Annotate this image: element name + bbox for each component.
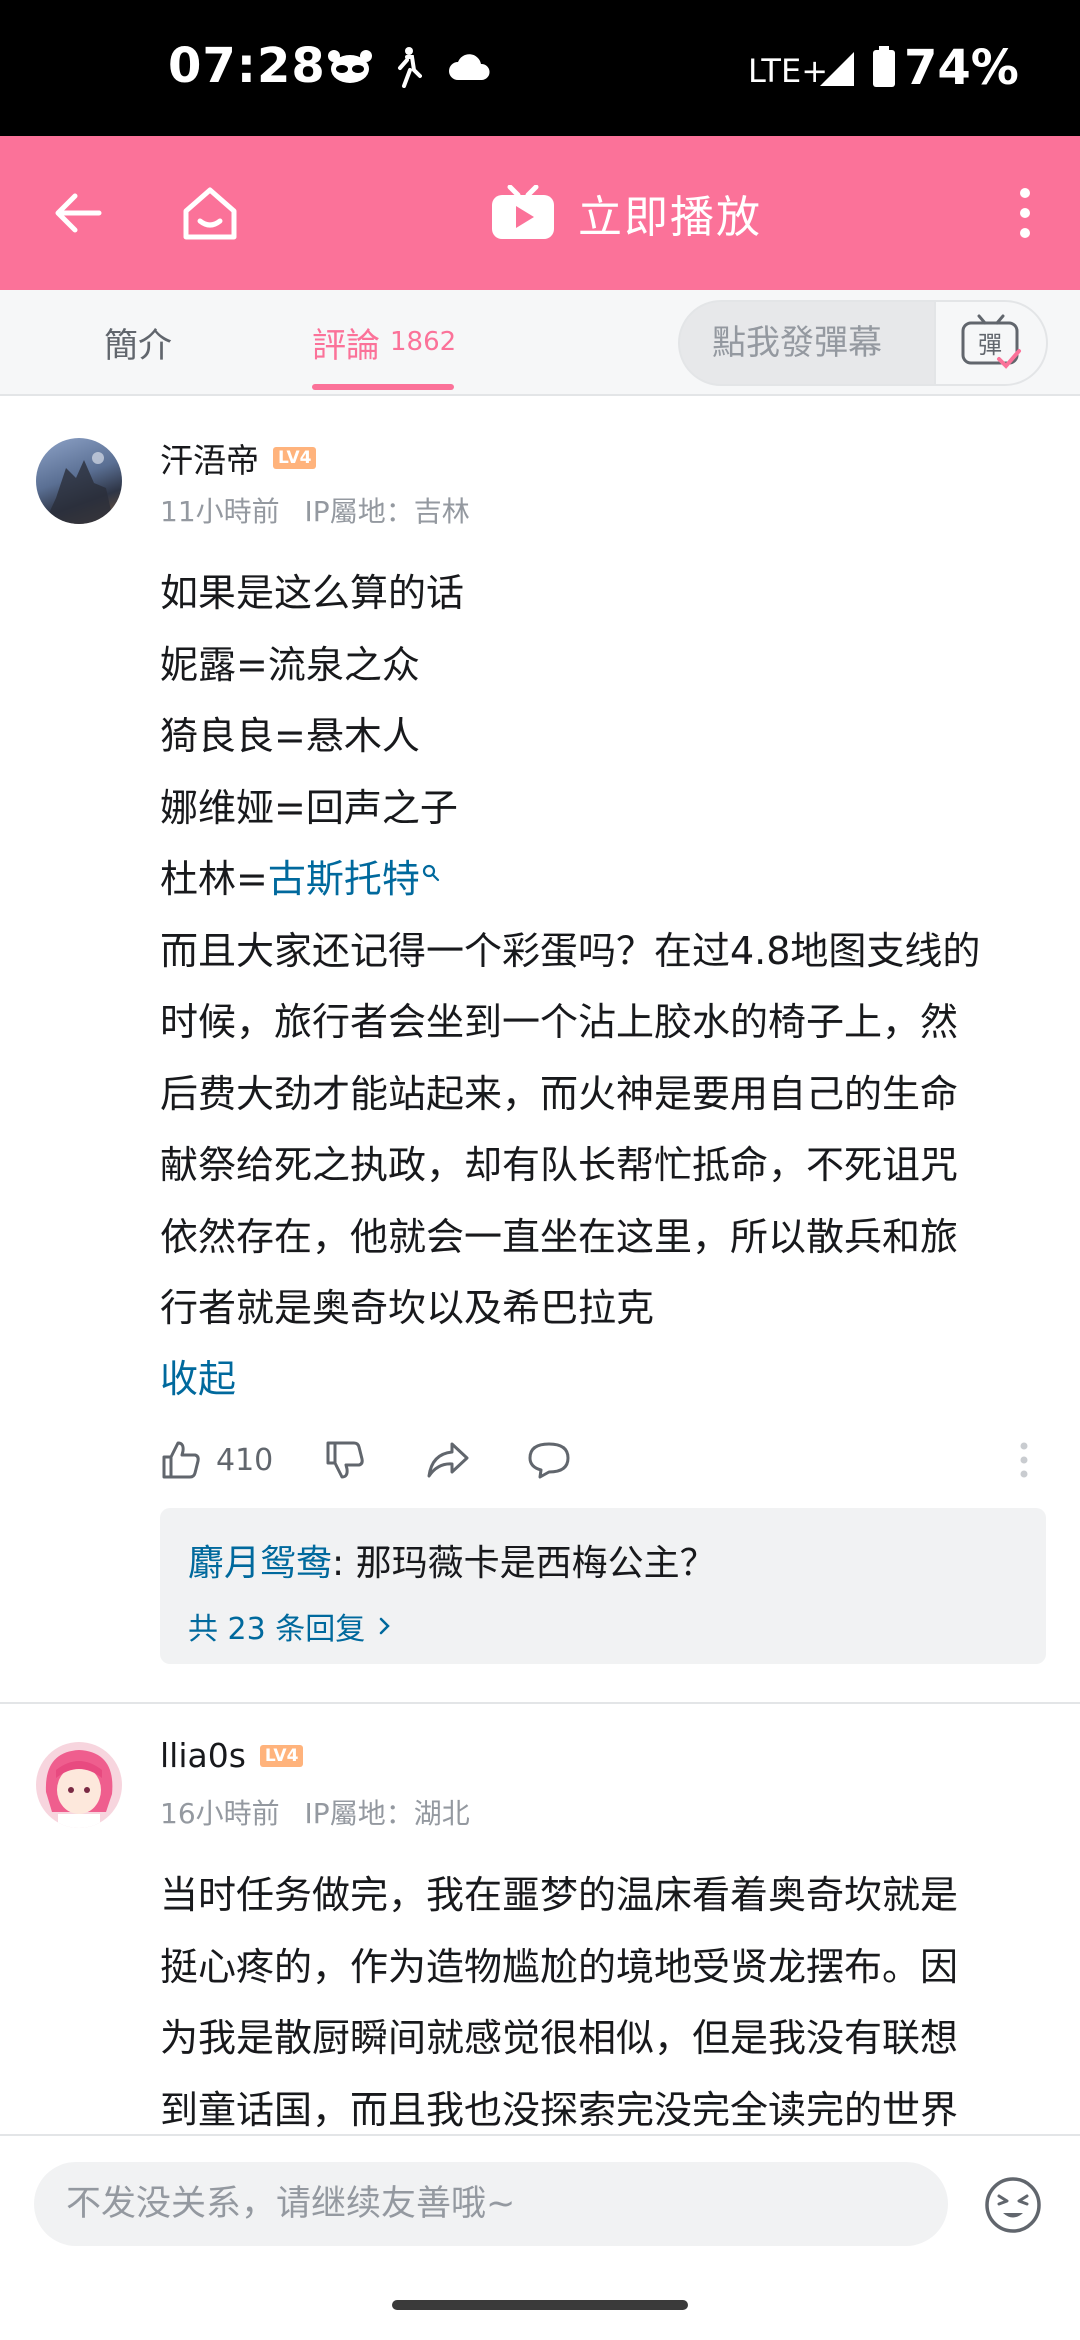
comment-meta: 11小時前 IP屬地：吉林 (160, 490, 470, 530)
comment-line: 猗良良=悬木人 (160, 714, 420, 758)
search-link[interactable]: 古斯托特 (268, 857, 420, 901)
danmaku-icon-glyph: 彈 (978, 331, 1002, 359)
danmaku-send-button[interactable]: 彈 (934, 302, 1046, 384)
reply-total: 共 23 条回复 (188, 1612, 366, 1647)
danmaku-icon: 彈 (961, 314, 1021, 369)
comment-line: 依然存在，他就会一直坐在这里，所以散兵和旅 (160, 1214, 959, 1259)
comment-item: llia0s LV4 16小時前 IP屬地：湖北 当时任务做完，我在噩梦的温床看… (0, 1704, 1080, 2132)
tab-comments-label: 評論 (312, 325, 380, 366)
level-badge: LV4 (259, 1744, 304, 1767)
network-type: LTE+ (748, 52, 828, 90)
back-button[interactable] (30, 136, 126, 290)
emoji-face-icon[interactable] (984, 2176, 1042, 2234)
more-vertical-icon (1020, 1442, 1028, 1478)
home-icon (183, 187, 237, 240)
link-prefix: 杜林= (160, 857, 268, 901)
level-badge: LV4 (273, 447, 317, 469)
tab-active-indicator (312, 384, 454, 390)
comment-body: 如果是这么算的话 妮露=流泉之众 猗良良=悬木人 娜维娅=回声之子 杜林=古斯托… (160, 558, 1040, 1345)
battery-percent: 74% (904, 40, 1019, 96)
share-icon (427, 1442, 469, 1478)
arrow-left-icon (55, 193, 102, 233)
comment-line: 后费大劲才能站起来，而火神是要用自己的生命 (160, 1071, 959, 1116)
comment-item: 汗浯帝 LV4 11小時前 IP屬地：吉林 如果是这么算的话 妮露=流泉之众 猗… (0, 400, 1080, 1702)
battery-icon (873, 46, 895, 87)
collapse-button[interactable]: 收起 (160, 1348, 236, 1403)
dislike-button[interactable] (324, 1430, 366, 1490)
comment-line: 妮露=流泉之众 (160, 642, 420, 687)
chevron-right-icon (380, 1617, 391, 1635)
comment-line: 时候，旅行者会坐到一个沾上胶水的椅子上，然 (160, 1000, 959, 1044)
avatar[interactable] (36, 438, 122, 524)
comment-line: 而且大家还记得一个彩蛋吗？在过4.8地图支线的 (160, 928, 981, 973)
tab-comments-count: 1862 (390, 327, 457, 357)
comment-line: 到童话国，而且我也没探索完没完全读完的世界 (160, 2087, 959, 2132)
status-bar: 07:28 LTE+ 74% (0, 0, 1080, 136)
signal-icon (820, 52, 854, 86)
comment-line: 挺心疼的，作为造物尴尬的境地受贤龙摆布。因 (160, 1944, 959, 1989)
reply-preview-line: 麝月鸳鸯: 那玛薇卡是西梅公主？ (188, 1534, 716, 1586)
comment-username[interactable]: 汗浯帝 (160, 434, 259, 482)
comment-actions: 410 (160, 1430, 1040, 1490)
comment-input-placeholder: 不发没关系，请继续友善哦~ (66, 2184, 516, 2224)
more-button[interactable] (1000, 136, 1050, 290)
comment-username-row[interactable]: llia0s LV4 (160, 1736, 304, 1775)
reply-button[interactable] (526, 1430, 572, 1490)
app-bar: 立即播放 (0, 136, 1080, 290)
status-time: 07:28 (168, 38, 326, 94)
reply-author[interactable]: 麝月鸳鸯 (188, 1543, 332, 1584)
comment-line: 献祭给死之执政，却有队长帮忙抵命，不死诅咒 (160, 1143, 959, 1187)
reply-preview[interactable]: 麝月鸳鸯: 那玛薇卡是西梅公主？ 共 23 条回复 (160, 1508, 1046, 1664)
comment-time: 16小時前 (160, 1797, 280, 1830)
comment-line: 行者就是奥奇坎以及希巴拉克 (160, 1286, 655, 1330)
tab-comments[interactable]: 評論 1862 (312, 290, 456, 394)
thumb-down-icon (326, 1441, 364, 1479)
comment-line: 为我是散厨瞬间就感觉很相似，但是我没有联想 (160, 2016, 959, 2060)
comment-ip: IP屬地：吉林 (304, 495, 470, 528)
comment-input[interactable]: 不发没关系，请继续友善哦~ (34, 2162, 948, 2246)
panda-app-icon (328, 50, 372, 83)
comment-username-row[interactable]: 汗浯帝 LV4 (160, 434, 317, 482)
comment-line: 娜维娅=回声之子 (160, 785, 458, 830)
play-now-title: 立即播放 (578, 192, 762, 243)
danmaku-placeholder: 點我發彈幕 (712, 323, 882, 363)
comment-time: 11小時前 (160, 495, 280, 528)
cloud-icon (449, 54, 490, 80)
comment-body: 当时任务做完，我在噩梦的温床看着奥奇坎就是 挺心疼的，作为造物尴尬的境地受贤龙摆… (160, 1860, 1040, 2132)
avatar[interactable] (36, 1742, 122, 1828)
share-button[interactable] (426, 1430, 470, 1490)
avatar-image (44, 452, 114, 524)
like-button[interactable]: 410 (160, 1430, 273, 1490)
comment-bubble-icon (528, 1442, 570, 1479)
comment-line: 如果是这么算的话 (160, 571, 465, 615)
thumb-up-icon (162, 1441, 200, 1479)
like-count: 410 (216, 1442, 274, 1478)
avatar-image (45, 1750, 113, 1828)
tab-intro-label: 簡介 (104, 325, 172, 366)
home-button[interactable] (160, 136, 260, 290)
comment-line: 当时任务做完，我在噩梦的温床看着奥奇坎就是 (160, 1873, 959, 1917)
gesture-home-indicator[interactable] (392, 2300, 688, 2310)
walking-icon (398, 47, 422, 88)
comment-meta: 16小時前 IP屬地：湖北 (160, 1792, 470, 1832)
comment-ip: IP屬地：湖北 (304, 1797, 470, 1830)
more-vertical-icon (1020, 188, 1030, 238)
play-now-button[interactable]: 立即播放 (490, 136, 762, 290)
view-all-replies[interactable]: 共 23 条回复 (188, 1604, 395, 1648)
tv-play-icon (492, 185, 554, 239)
danmaku-input[interactable]: 點我發彈幕 彈 (678, 300, 1048, 386)
tab-intro[interactable]: 簡介 (104, 290, 172, 394)
comment-more-button[interactable] (1020, 1430, 1028, 1490)
comment-username[interactable]: llia0s (160, 1736, 246, 1775)
search-icon (422, 864, 439, 882)
reply-text: : 那玛薇卡是西梅公主？ (332, 1543, 716, 1584)
comment-line-with-link: 杜林=古斯托特 (160, 844, 1040, 916)
